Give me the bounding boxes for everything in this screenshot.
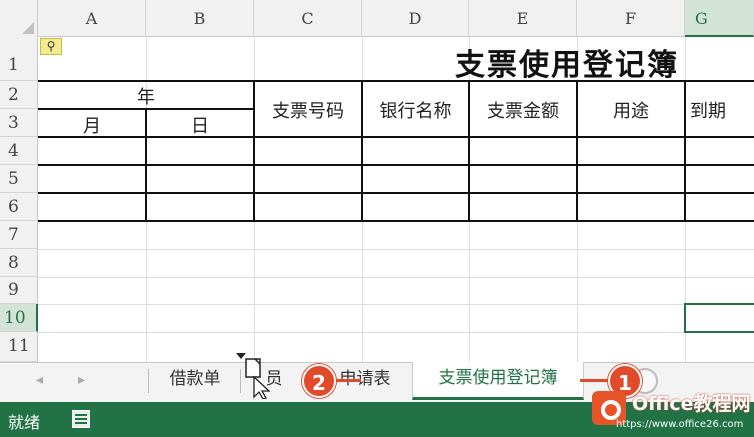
comment-flag-icon[interactable]: ⚲ xyxy=(40,38,62,55)
gridline xyxy=(38,277,754,278)
next-sheet-arrow-icon[interactable]: ▸ xyxy=(78,372,85,388)
select-all-corner[interactable] xyxy=(0,0,38,37)
status-ready-text: 就绪 xyxy=(8,413,41,432)
drag-sheet-cursor-icon xyxy=(236,353,271,399)
row-header-5[interactable]: 5 xyxy=(0,165,38,193)
table-title: 支票使用登记簿 xyxy=(455,48,679,83)
gridline xyxy=(38,304,754,305)
bank-name-header: 银行名称 xyxy=(379,101,452,122)
column-header-e[interactable]: E xyxy=(469,0,577,37)
column-header-f[interactable]: F xyxy=(577,0,685,37)
watermark: Office教程网 https://www.office26.com xyxy=(588,385,754,437)
watermark-url: https://www.office26.com xyxy=(616,419,744,430)
day-header: 日 xyxy=(191,116,209,137)
row-header-4[interactable]: 4 xyxy=(0,137,38,165)
row-header-1[interactable]: 1 xyxy=(0,37,38,81)
row-header-2[interactable]: 2 xyxy=(0,81,38,109)
prev-sheet-arrow-icon[interactable]: ◂ xyxy=(36,372,43,388)
gridline xyxy=(38,249,754,250)
callout-line xyxy=(580,379,610,382)
tab-separator xyxy=(148,369,149,393)
purpose-header: 用途 xyxy=(613,101,649,122)
check-amount-header: 支票金额 xyxy=(487,101,559,122)
year-header: 年 xyxy=(137,87,155,108)
row-header-6[interactable]: 6 xyxy=(0,193,38,221)
tab-loan-form[interactable]: 借款单 xyxy=(150,363,240,399)
macro-record-icon[interactable] xyxy=(72,410,90,428)
row-header-8[interactable]: 8 xyxy=(0,249,38,277)
column-header-d[interactable]: D xyxy=(362,0,469,37)
gridline xyxy=(38,332,754,333)
row-header-11[interactable]: 11 xyxy=(0,332,38,362)
selected-cell[interactable] xyxy=(684,303,754,333)
column-header-g[interactable]: G xyxy=(685,0,754,37)
spreadsheet-grid[interactable]: A B C D E F G 1 2 3 4 5 6 7 8 9 10 11 ⚲ … xyxy=(0,0,754,362)
callout-badge-2: 2 xyxy=(302,364,336,398)
due-date-header: 到期 xyxy=(690,101,726,122)
row-header-7[interactable]: 7 xyxy=(0,221,38,249)
table-border xyxy=(38,80,754,82)
column-header-a[interactable]: A xyxy=(38,0,146,37)
column-header-b[interactable]: B xyxy=(146,0,254,37)
check-number-header: 支票号码 xyxy=(272,101,344,122)
watermark-brand: Office教程网 xyxy=(632,393,751,415)
tab-check-register[interactable]: 支票使用登记簿 xyxy=(412,362,584,400)
row-header-10[interactable]: 10 xyxy=(0,304,38,332)
column-header-c[interactable]: C xyxy=(254,0,362,37)
row-header-9[interactable]: 9 xyxy=(0,277,38,304)
row-header-3[interactable]: 3 xyxy=(0,109,38,137)
month-header: 月 xyxy=(83,116,101,137)
callout-line xyxy=(335,379,361,382)
